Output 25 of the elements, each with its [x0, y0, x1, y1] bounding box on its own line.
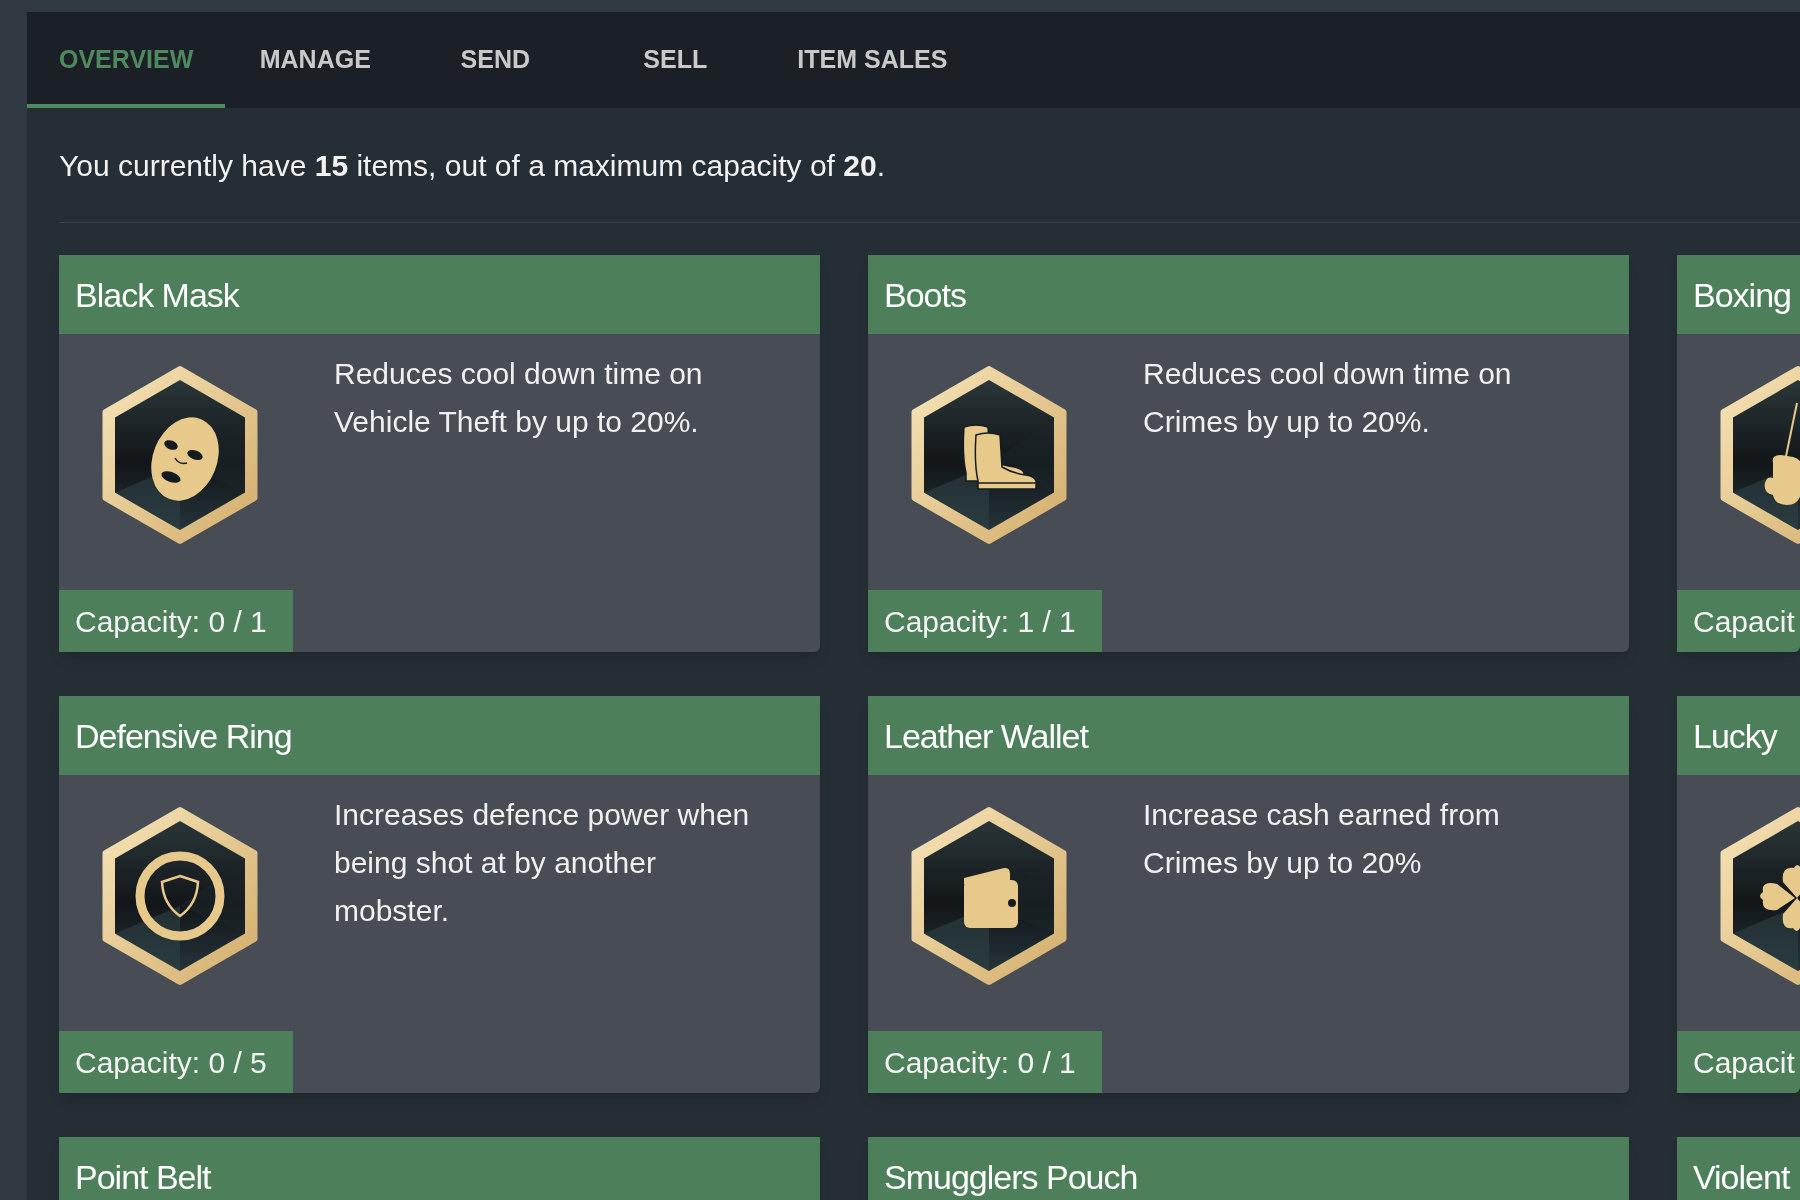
- item-description: Reduces cool down time on Crimes by up to 20%.: [1143, 356, 1513, 440]
- item-title: Boxing: [1693, 277, 1791, 312]
- nav-tab[interactable]: OVERVIEW: [27, 12, 226, 108]
- capacity-label: Capacity: 1 / 1: [868, 590, 1102, 652]
- item-title: Black Mask: [75, 277, 239, 312]
- nav-tab[interactable]: ITEM SALES: [765, 12, 980, 108]
- capacity-summary: You currently have 15 items, out of a maximum capacity of 20.: [59, 148, 886, 184]
- item-title: Leather Wallet: [884, 718, 1088, 753]
- capacity-label: Capacit: [1677, 590, 1800, 652]
- nav-tab[interactable]: MANAGE: [225, 12, 406, 108]
- item-title: Smugglers Pouch: [884, 1159, 1138, 1194]
- capacity-label: Capacity: 0 / 1: [868, 1031, 1102, 1093]
- item-title: Violent: [1693, 1159, 1790, 1194]
- item-description: Reduces cool down time on Vehicle Theft by up to 20%.: [334, 356, 704, 440]
- capacity-label: Capacit: [1677, 1031, 1800, 1093]
- capacity-label: Capacity: 0 / 5: [59, 1031, 293, 1093]
- nav-tab[interactable]: SEND: [405, 12, 586, 108]
- item-description: Increase cash earned from Crimes by up to 20%: [1143, 797, 1501, 881]
- item-title: Defensive Ring: [75, 718, 292, 753]
- item-title: Lucky: [1693, 718, 1777, 753]
- item-title: Boots: [884, 277, 966, 312]
- item-title: Point Belt: [75, 1159, 211, 1194]
- item-description: Increases defence power when being shot at by another mobster.: [334, 797, 751, 929]
- capacity-label: Capacity: 0 / 1: [59, 590, 293, 652]
- nav-tab[interactable]: SELL: [585, 12, 766, 108]
